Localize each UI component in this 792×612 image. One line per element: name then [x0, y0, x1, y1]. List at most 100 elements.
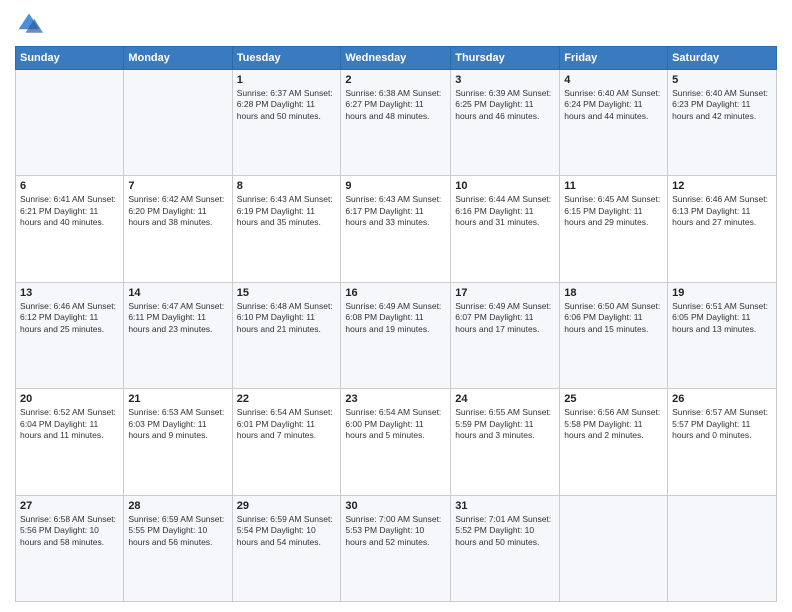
day-number: 10	[455, 180, 555, 192]
calendar-cell: 25Sunrise: 6:56 AM Sunset: 5:58 PM Dayli…	[560, 389, 668, 495]
cell-content: Sunrise: 6:38 AM Sunset: 6:27 PM Dayligh…	[345, 88, 446, 122]
weekday-tuesday: Tuesday	[232, 47, 341, 70]
week-row-4: 27 Sunrise: 6:58 AM Sunset: 5:56 PM Dayli…	[16, 495, 777, 601]
header	[15, 10, 777, 38]
calendar-cell: 6 Sunrise: 6:41 AM Sunset: 6:21 PM Daylig…	[16, 176, 124, 282]
cell-content: Sunrise: 6:46 AM Sunset: 6:12 PM Dayligh…	[20, 301, 119, 335]
calendar-cell: 16Sunrise: 6:49 AM Sunset: 6:08 PM Dayli…	[341, 282, 451, 388]
calendar-cell: 2 Sunrise: 6:38 AM Sunset: 6:27 PM Daylig…	[341, 70, 451, 176]
weekday-saturday: Saturday	[668, 47, 777, 70]
logo	[15, 10, 47, 38]
day-number: 23	[345, 393, 446, 405]
cell-content: Sunrise: 6:43 AM Sunset: 6:17 PM Dayligh…	[345, 194, 446, 228]
day-number: 14	[128, 287, 227, 299]
calendar-cell	[560, 495, 668, 601]
calendar-page: SundayMondayTuesdayWednesdayThursdayFrid…	[0, 0, 792, 612]
cell-content: Sunrise: 6:54 AM Sunset: 6:00 PM Dayligh…	[345, 407, 446, 441]
day-number: 2	[345, 74, 446, 86]
cell-content: Sunrise: 6:58 AM Sunset: 5:56 PM Dayligh…	[20, 514, 119, 548]
day-number: 18	[564, 287, 663, 299]
calendar-cell: 13 Sunrise: 6:46 AM Sunset: 6:12 PM Dayli…	[16, 282, 124, 388]
calendar-cell: 22 Sunrise: 6:54 AM Sunset: 6:01 PM Dayli…	[232, 389, 341, 495]
calendar-cell: 1 Sunrise: 6:37 AM Sunset: 6:28 PM Daylig…	[232, 70, 341, 176]
calendar-cell: 20Sunrise: 6:52 AM Sunset: 6:04 PM Dayli…	[16, 389, 124, 495]
calendar-cell: 23 Sunrise: 6:54 AM Sunset: 6:00 PM Dayli…	[341, 389, 451, 495]
day-number: 19	[672, 287, 772, 299]
day-number: 13	[20, 287, 119, 299]
calendar-cell: 29 Sunrise: 6:59 AM Sunset: 5:54 PM Dayli…	[232, 495, 341, 601]
cell-content: Sunrise: 6:57 AM Sunset: 5:57 PM Dayligh…	[672, 407, 772, 441]
day-number: 6	[20, 180, 119, 192]
day-number: 1	[237, 74, 337, 86]
cell-content: Sunrise: 6:41 AM Sunset: 6:21 PM Dayligh…	[20, 194, 119, 228]
cell-content: Sunrise: 6:54 AM Sunset: 6:01 PM Dayligh…	[237, 407, 337, 441]
calendar-cell: 4 Sunrise: 6:40 AM Sunset: 6:24 PM Daylig…	[560, 70, 668, 176]
day-number: 26	[672, 393, 772, 405]
logo-icon	[15, 10, 43, 38]
week-row-0: 1 Sunrise: 6:37 AM Sunset: 6:28 PM Daylig…	[16, 70, 777, 176]
weekday-friday: Friday	[560, 47, 668, 70]
weekday-sunday: Sunday	[16, 47, 124, 70]
day-number: 24	[455, 393, 555, 405]
cell-content: Sunrise: 6:46 AM Sunset: 6:13 PM Dayligh…	[672, 194, 772, 228]
day-number: 12	[672, 180, 772, 192]
calendar-cell: 18 Sunrise: 6:50 AM Sunset: 6:06 PM Dayli…	[560, 282, 668, 388]
day-number: 7	[128, 180, 227, 192]
day-number: 8	[237, 180, 337, 192]
cell-content: Sunrise: 6:59 AM Sunset: 5:54 PM Dayligh…	[237, 514, 337, 548]
calendar-cell	[124, 70, 232, 176]
calendar-cell: 26 Sunrise: 6:57 AM Sunset: 5:57 PM Dayli…	[668, 389, 777, 495]
weekday-header-row: SundayMondayTuesdayWednesdayThursdayFrid…	[16, 47, 777, 70]
cell-content: Sunrise: 6:37 AM Sunset: 6:28 PM Dayligh…	[237, 88, 337, 122]
calendar-cell: 10Sunrise: 6:44 AM Sunset: 6:16 PM Dayli…	[451, 176, 560, 282]
calendar-cell: 12 Sunrise: 6:46 AM Sunset: 6:13 PM Dayli…	[668, 176, 777, 282]
cell-content: Sunrise: 6:50 AM Sunset: 6:06 PM Dayligh…	[564, 301, 663, 335]
cell-content: Sunrise: 6:49 AM Sunset: 6:07 PM Dayligh…	[455, 301, 555, 335]
calendar-cell: 15 Sunrise: 6:48 AM Sunset: 6:10 PM Dayli…	[232, 282, 341, 388]
cell-content: Sunrise: 6:40 AM Sunset: 6:23 PM Dayligh…	[672, 88, 772, 122]
day-number: 22	[237, 393, 337, 405]
cell-content: Sunrise: 6:40 AM Sunset: 6:24 PM Dayligh…	[564, 88, 663, 122]
calendar-cell: 11Sunrise: 6:45 AM Sunset: 6:15 PM Dayli…	[560, 176, 668, 282]
day-number: 27	[20, 500, 119, 512]
day-number: 28	[128, 500, 227, 512]
day-number: 15	[237, 287, 337, 299]
calendar-cell: 14 Sunrise: 6:47 AM Sunset: 6:11 PM Dayli…	[124, 282, 232, 388]
day-number: 17	[455, 287, 555, 299]
cell-content: Sunrise: 6:47 AM Sunset: 6:11 PM Dayligh…	[128, 301, 227, 335]
week-row-3: 20Sunrise: 6:52 AM Sunset: 6:04 PM Dayli…	[16, 389, 777, 495]
cell-content: Sunrise: 6:59 AM Sunset: 5:55 PM Dayligh…	[128, 514, 227, 548]
calendar-cell: 17 Sunrise: 6:49 AM Sunset: 6:07 PM Dayli…	[451, 282, 560, 388]
calendar-cell	[16, 70, 124, 176]
calendar-cell: 28 Sunrise: 6:59 AM Sunset: 5:55 PM Dayli…	[124, 495, 232, 601]
cell-content: Sunrise: 6:42 AM Sunset: 6:20 PM Dayligh…	[128, 194, 227, 228]
calendar-cell: 27 Sunrise: 6:58 AM Sunset: 5:56 PM Dayli…	[16, 495, 124, 601]
cell-content: Sunrise: 6:55 AM Sunset: 5:59 PM Dayligh…	[455, 407, 555, 441]
calendar-cell: 30Sunrise: 7:00 AM Sunset: 5:53 PM Dayli…	[341, 495, 451, 601]
calendar-cell	[668, 495, 777, 601]
cell-content: Sunrise: 6:45 AM Sunset: 6:15 PM Dayligh…	[564, 194, 663, 228]
calendar-cell: 5 Sunrise: 6:40 AM Sunset: 6:23 PM Daylig…	[668, 70, 777, 176]
cell-content: Sunrise: 6:48 AM Sunset: 6:10 PM Dayligh…	[237, 301, 337, 335]
week-row-1: 6 Sunrise: 6:41 AM Sunset: 6:21 PM Daylig…	[16, 176, 777, 282]
cell-content: Sunrise: 6:56 AM Sunset: 5:58 PM Dayligh…	[564, 407, 663, 441]
calendar-cell: 24 Sunrise: 6:55 AM Sunset: 5:59 PM Dayli…	[451, 389, 560, 495]
day-number: 4	[564, 74, 663, 86]
day-number: 5	[672, 74, 772, 86]
day-number: 31	[455, 500, 555, 512]
cell-content: Sunrise: 6:43 AM Sunset: 6:19 PM Dayligh…	[237, 194, 337, 228]
cell-content: Sunrise: 6:53 AM Sunset: 6:03 PM Dayligh…	[128, 407, 227, 441]
weekday-thursday: Thursday	[451, 47, 560, 70]
calendar-cell: 31 Sunrise: 7:01 AM Sunset: 5:52 PM Dayli…	[451, 495, 560, 601]
weekday-wednesday: Wednesday	[341, 47, 451, 70]
cell-content: Sunrise: 6:39 AM Sunset: 6:25 PM Dayligh…	[455, 88, 555, 122]
calendar-cell: 3Sunrise: 6:39 AM Sunset: 6:25 PM Daylig…	[451, 70, 560, 176]
calendar-cell: 21Sunrise: 6:53 AM Sunset: 6:03 PM Dayli…	[124, 389, 232, 495]
calendar-cell: 8 Sunrise: 6:43 AM Sunset: 6:19 PM Daylig…	[232, 176, 341, 282]
calendar-cell: 9Sunrise: 6:43 AM Sunset: 6:17 PM Daylig…	[341, 176, 451, 282]
day-number: 16	[345, 287, 446, 299]
week-row-2: 13 Sunrise: 6:46 AM Sunset: 6:12 PM Dayli…	[16, 282, 777, 388]
cell-content: Sunrise: 7:01 AM Sunset: 5:52 PM Dayligh…	[455, 514, 555, 548]
calendar-cell: 19Sunrise: 6:51 AM Sunset: 6:05 PM Dayli…	[668, 282, 777, 388]
day-number: 29	[237, 500, 337, 512]
